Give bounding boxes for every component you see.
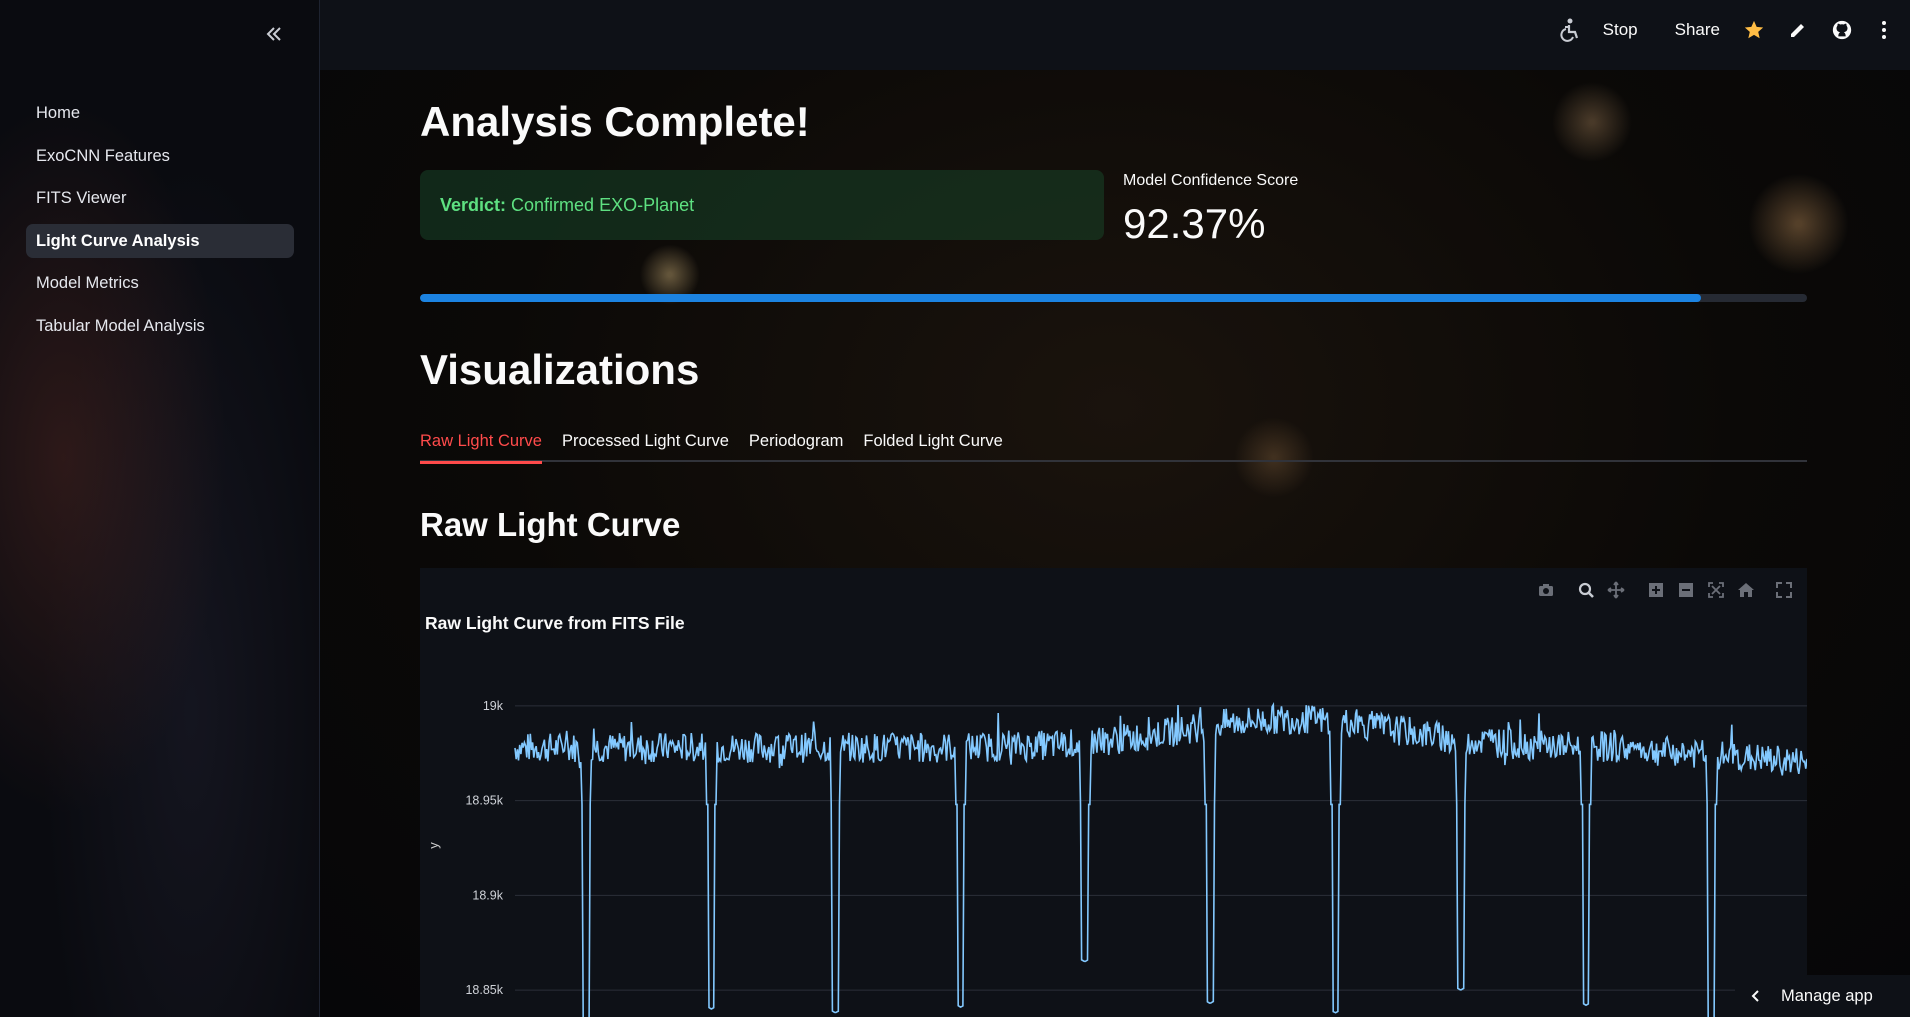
y-tick-label: 18.85k (465, 983, 503, 997)
visualization-tabs: Raw Light Curve Processed Light Curve Pe… (420, 432, 1807, 464)
tab-raw-light-curve[interactable]: Raw Light Curve (420, 432, 542, 464)
progress-fill (420, 294, 1702, 302)
chart-modebar (1531, 578, 1799, 602)
sidebar-item-fits-viewer[interactable]: FITS Viewer (26, 181, 294, 215)
star-icon[interactable] (1742, 18, 1766, 42)
page-title: Analysis Complete! (420, 98, 810, 145)
chart-title: Raw Light Curve from FITS File (425, 613, 685, 633)
light-curve-chart[interactable]: 19k 18.95k 18.9k 18.85k Raw Light Curve fro… (420, 568, 1807, 1017)
metric-label: Model Confidence Score (1123, 172, 1299, 189)
top-header: Stop Share (320, 0, 1910, 70)
sidebar-item-exocnn-features[interactable]: ExoCNN Features (26, 139, 294, 173)
confidence-progress-bar (420, 294, 1807, 302)
camera-icon[interactable] (1531, 578, 1561, 602)
tab-folded-light-curve[interactable]: Folded Light Curve (863, 432, 1002, 462)
autoscale-icon[interactable] (1701, 578, 1731, 602)
tab-processed-light-curve[interactable]: Processed Light Curve (562, 432, 729, 462)
y-tick-label: 18.9k (472, 888, 503, 902)
sidebar-item-light-curve-analysis[interactable]: Light Curve Analysis (26, 223, 294, 258)
sidebar-item-home[interactable]: Home (26, 96, 294, 130)
chevron-left-icon (1751, 990, 1759, 1002)
github-icon[interactable] (1830, 18, 1854, 42)
manage-app-label: Manage app (1781, 986, 1873, 1005)
subsection-title: Raw Light Curve (420, 506, 681, 543)
verdict-label: Verdict: (440, 194, 507, 215)
tab-periodogram[interactable]: Periodogram (749, 432, 843, 462)
manage-app-button[interactable]: Manage app (1735, 975, 1910, 1017)
zoom-in-icon[interactable] (1641, 578, 1671, 602)
sidebar-item-model-metrics[interactable]: Model Metrics (26, 266, 294, 300)
collapse-sidebar-icon[interactable] (262, 22, 286, 46)
more-vertical-icon[interactable] (1872, 18, 1896, 42)
verdict-alert: Verdict: Confirmed EXO-Planet (420, 170, 1104, 240)
metric-value: 92.37% (1123, 200, 1266, 247)
zoom-out-icon[interactable] (1671, 578, 1701, 602)
stop-button[interactable]: Stop (1603, 20, 1638, 40)
y-tick-label: 18.95k (465, 794, 503, 808)
section-title: Visualizations (420, 346, 700, 393)
sidebar-item-tabular-model-analysis[interactable]: Tabular Model Analysis (26, 309, 294, 343)
confidence-metric: Model Confidence Score 92.37% (1123, 172, 1298, 248)
y-axis-title: y (425, 842, 441, 849)
pencil-icon[interactable] (1786, 18, 1810, 42)
sidebar-nav: Home ExoCNN Features FITS Viewer Light C… (26, 96, 294, 351)
share-button[interactable]: Share (1675, 20, 1720, 40)
chart-plot-area[interactable]: 19k 18.95k 18.9k 18.85k (420, 568, 1807, 1017)
zoom-icon[interactable] (1571, 578, 1601, 602)
light-curve-series-line[interactable] (514, 701, 1807, 1017)
reset-axes-icon[interactable] (1731, 578, 1761, 602)
accessibility-icon[interactable] (1557, 18, 1581, 42)
pan-icon[interactable] (1601, 578, 1631, 602)
sidebar: Home ExoCNN Features FITS Viewer Light C… (0, 0, 320, 1017)
fullscreen-icon[interactable] (1769, 578, 1799, 602)
verdict-value: Confirmed EXO-Planet (511, 194, 695, 215)
y-tick-label: 19k (483, 699, 504, 713)
